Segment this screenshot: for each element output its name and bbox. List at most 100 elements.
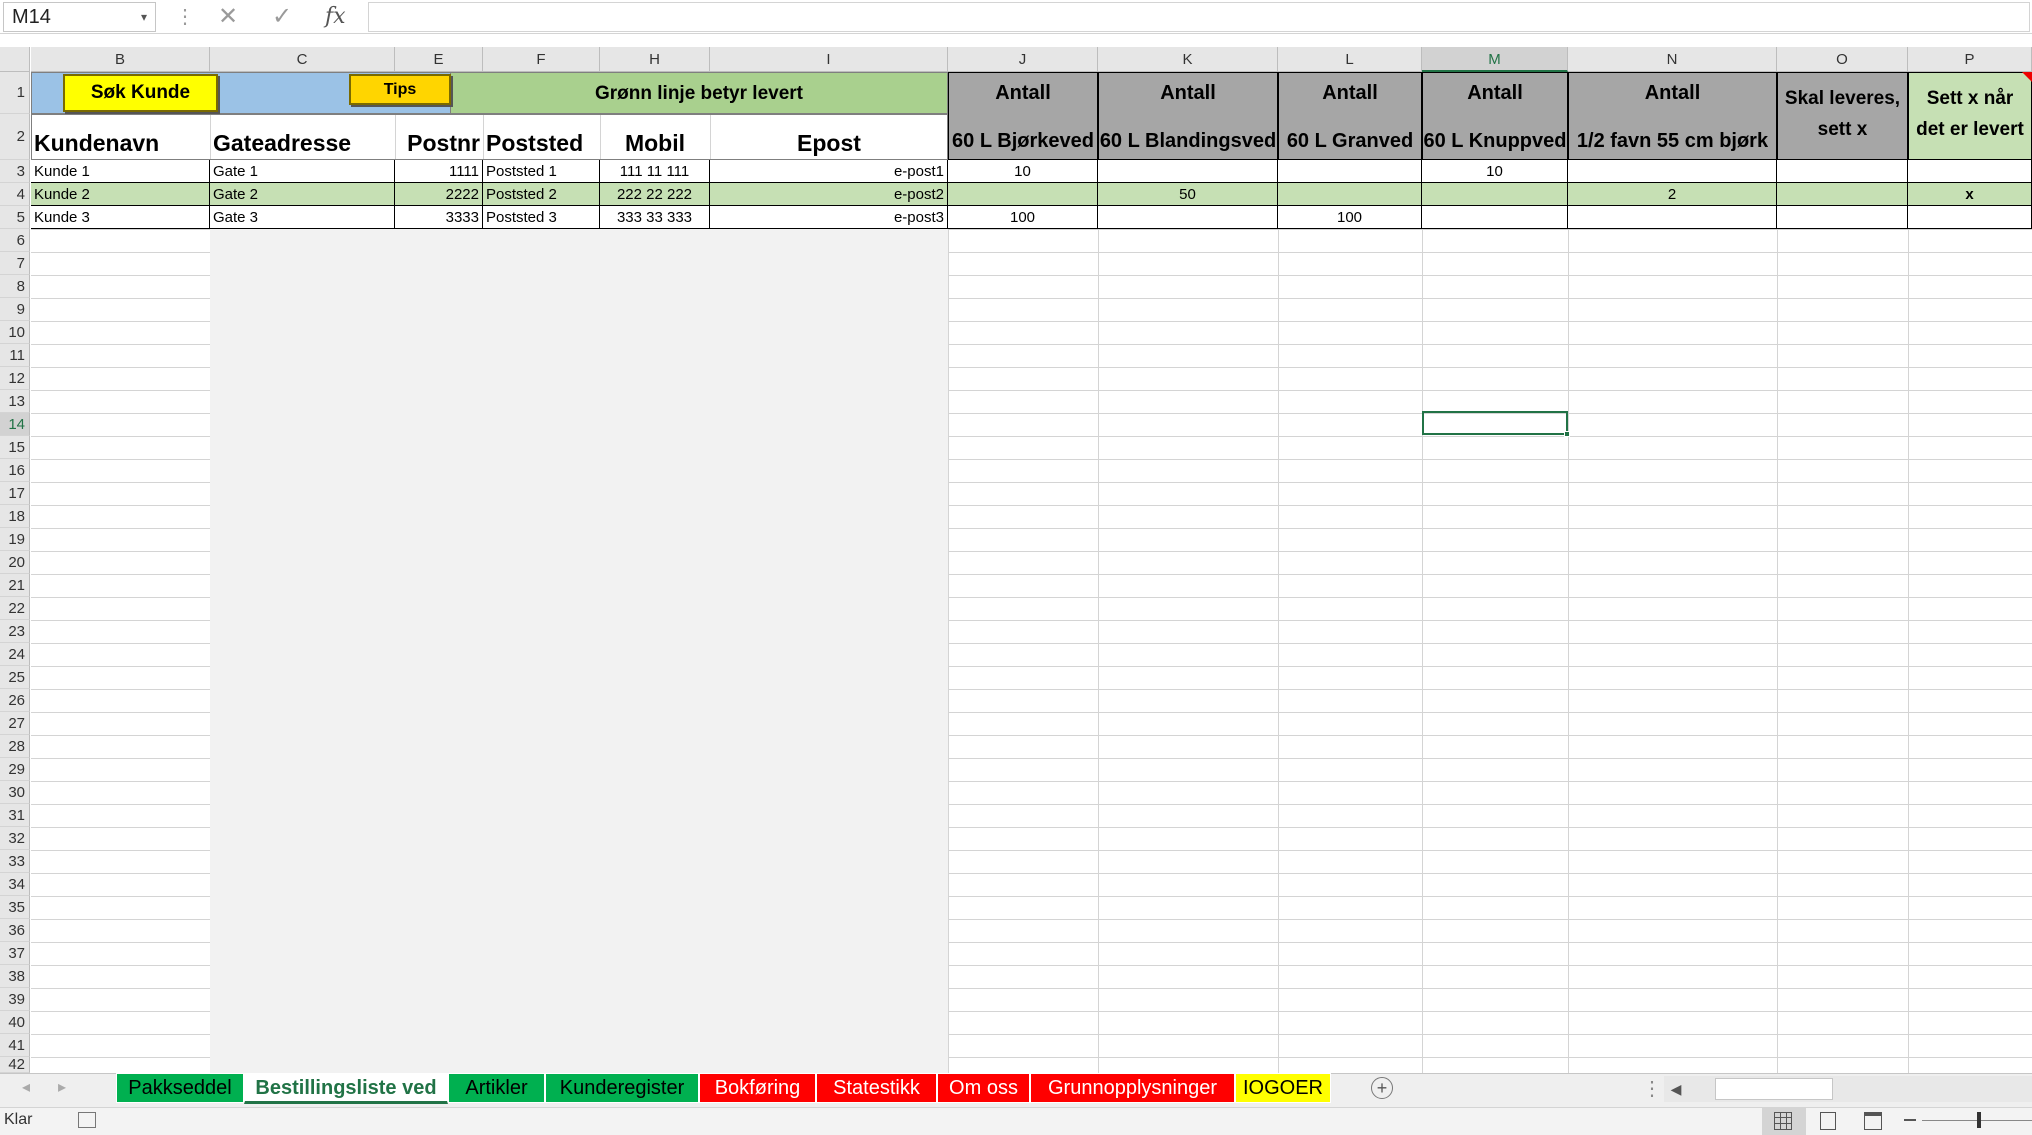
cell-bjork[interactable] [948,183,1098,206]
tab-splitter-icon[interactable]: ⋮ [1642,1076,1662,1101]
row-header-9[interactable]: 9 [0,298,30,321]
cell-email[interactable]: e-post3 [710,206,948,229]
formula-input[interactable] [368,2,2030,32]
row-header-19[interactable]: 19 [0,528,30,551]
row-header-14[interactable]: 14 [0,413,30,436]
active-cell-cursor[interactable] [1422,411,1568,435]
cell-name[interactable]: Kunde 1 [31,160,210,183]
row-header-21[interactable]: 21 [0,574,30,597]
row-header-28[interactable]: 28 [0,735,30,758]
cell-street[interactable]: Gate 2 [210,183,395,206]
column-header-f[interactable]: F [483,47,600,72]
row-header-33[interactable]: 33 [0,850,30,873]
row-header-5[interactable]: 5 [0,206,30,229]
tab-iogoer[interactable]: IOGOER [1235,1073,1331,1103]
row-header-40[interactable]: 40 [0,1011,30,1034]
cell-gran[interactable]: 100 [1278,206,1422,229]
column-header-e[interactable]: E [395,47,483,72]
column-header-n[interactable]: N [1568,47,1777,72]
cell-street[interactable]: Gate 1 [210,160,395,183]
row-header-41[interactable]: 41 [0,1034,30,1057]
cell-city[interactable]: Poststed 1 [483,160,600,183]
name-box[interactable]: M14 ▾ [3,2,156,32]
tab-om-oss[interactable]: Om oss [937,1073,1030,1103]
cell-bland[interactable] [1098,206,1278,229]
scrollbar-thumb[interactable] [1715,1078,1833,1100]
cell-mobile[interactable]: 333 33 333 [600,206,710,229]
cell-delivered[interactable]: x [1908,183,2032,206]
cancel-icon[interactable]: ✕ [218,2,238,32]
cell-mobile[interactable]: 111 11 111 [600,160,710,183]
row-header-29[interactable]: 29 [0,758,30,781]
cell-to_deliver[interactable] [1777,160,1908,183]
enter-icon[interactable]: ✓ [272,2,292,32]
row-header-10[interactable]: 10 [0,321,30,344]
page-break-icon[interactable] [1864,1112,1882,1130]
tips-button[interactable]: Tips [349,74,451,105]
cell-favn[interactable] [1568,206,1777,229]
add-sheet-icon[interactable]: + [1371,1077,1393,1099]
cell-email[interactable]: e-post1 [710,160,948,183]
cell-gran[interactable] [1278,160,1422,183]
row-header-12[interactable]: 12 [0,367,30,390]
cell-gran[interactable] [1278,183,1422,206]
cell-street[interactable]: Gate 3 [210,206,395,229]
column-header-k[interactable]: K [1098,47,1278,72]
tab-pakkseddel[interactable]: Pakkseddel [116,1073,244,1103]
tab-kunderegister[interactable]: Kunderegister [545,1073,699,1103]
scroll-tabs-right-icon[interactable]: ▸ [58,1077,66,1097]
row-header-8[interactable]: 8 [0,275,30,298]
tab-bestillingsliste-ved[interactable]: Bestillingsliste ved [244,1073,448,1104]
tab-bokføring[interactable]: Bokføring [699,1073,816,1103]
page-layout-icon[interactable] [1820,1112,1836,1130]
select-all-corner[interactable] [0,47,30,72]
tab-grunnopplysninger[interactable]: Grunnopplysninger [1030,1073,1235,1103]
row-header-11[interactable]: 11 [0,344,30,367]
scroll-left-icon[interactable]: ◀ [1664,1076,1688,1102]
cell-favn[interactable]: 2 [1568,183,1777,206]
cell-bland[interactable]: 50 [1098,183,1278,206]
cell-postal[interactable]: 1111 [395,160,483,183]
function-icon[interactable]: fx [325,2,346,32]
macro-record-icon[interactable] [78,1112,96,1128]
cell-name[interactable]: Kunde 3 [31,206,210,229]
row-header-1[interactable]: 1 [0,72,30,114]
cell-city[interactable]: Poststed 3 [483,206,600,229]
row-header-36[interactable]: 36 [0,919,30,942]
zoom-slider-thumb[interactable] [1977,1112,1981,1128]
column-header-p[interactable]: P [1908,47,2032,72]
row-header-37[interactable]: 37 [0,942,30,965]
row-header-15[interactable]: 15 [0,436,30,459]
cell-email[interactable]: e-post2 [710,183,948,206]
column-header-c[interactable]: C [210,47,395,72]
row-header-4[interactable]: 4 [0,183,30,206]
row-header-13[interactable]: 13 [0,390,30,413]
row-header-22[interactable]: 22 [0,597,30,620]
column-header-i[interactable]: I [710,47,948,72]
column-header-l[interactable]: L [1278,47,1422,72]
row-header-16[interactable]: 16 [0,459,30,482]
cell-postal[interactable]: 3333 [395,206,483,229]
cell-postal[interactable]: 2222 [395,183,483,206]
cell-bland[interactable] [1098,160,1278,183]
cell-city[interactable]: Poststed 2 [483,183,600,206]
cell-knupp[interactable]: 10 [1422,160,1568,183]
cell-to_deliver[interactable] [1777,183,1908,206]
row-header-7[interactable]: 7 [0,252,30,275]
row-header-34[interactable]: 34 [0,873,30,896]
cell-mobile[interactable]: 222 22 222 [600,183,710,206]
row-header-23[interactable]: 23 [0,620,30,643]
row-header-20[interactable]: 20 [0,551,30,574]
cell-knupp[interactable] [1422,183,1568,206]
column-header-b[interactable]: B [31,47,210,72]
row-header-35[interactable]: 35 [0,896,30,919]
chevron-down-icon[interactable]: ▾ [141,3,147,31]
row-header-31[interactable]: 31 [0,804,30,827]
row-header-39[interactable]: 39 [0,988,30,1011]
column-header-o[interactable]: O [1777,47,1908,72]
row-header-42[interactable]: 42 [0,1056,30,1073]
scroll-tabs-left-icon[interactable]: ◂ [22,1077,30,1097]
row-header-3[interactable]: 3 [0,160,30,183]
column-header-m[interactable]: M [1422,47,1568,72]
row-header-25[interactable]: 25 [0,666,30,689]
